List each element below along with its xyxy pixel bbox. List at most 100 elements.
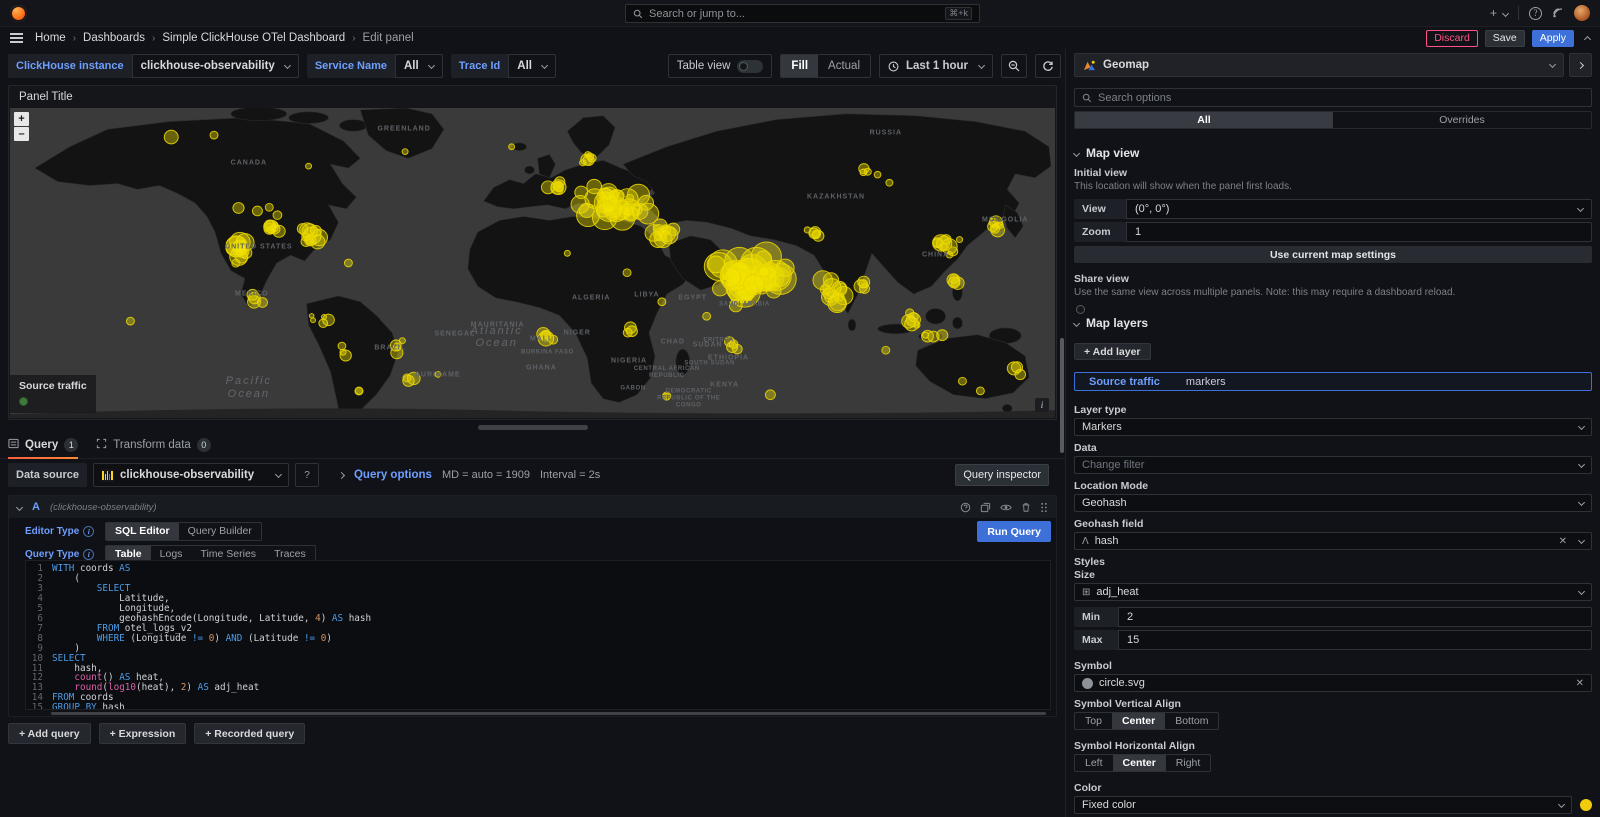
map-marker[interactable] bbox=[306, 163, 312, 169]
clear-icon[interactable]: ✕ bbox=[1559, 536, 1567, 547]
hide-response-icon[interactable] bbox=[1000, 502, 1012, 513]
map-marker[interactable] bbox=[403, 374, 411, 382]
align-top[interactable]: Top bbox=[1075, 713, 1112, 729]
delete-icon[interactable] bbox=[1021, 502, 1031, 513]
code-line[interactable]: 13 round(log10(heat), 2) AS adj_heat bbox=[26, 683, 1050, 693]
map-marker[interactable] bbox=[823, 273, 838, 288]
help-icon[interactable]: ? bbox=[1529, 7, 1542, 20]
map-marker[interactable] bbox=[344, 259, 352, 267]
map-marker[interactable] bbox=[600, 184, 617, 201]
apply-button[interactable]: Apply bbox=[1532, 30, 1574, 47]
align-center[interactable]: Center bbox=[1112, 713, 1165, 729]
map-zoom-in-button[interactable]: + bbox=[14, 112, 29, 126]
datasource-help-icon[interactable]: ? bbox=[295, 463, 319, 487]
editor-type-query-builder[interactable]: Query Builder bbox=[179, 523, 261, 540]
map-marker[interactable] bbox=[587, 179, 602, 193]
run-query-button[interactable]: Run Query bbox=[977, 521, 1051, 542]
geohash-field-select[interactable]: Λ hash ✕ bbox=[1074, 532, 1592, 550]
map-marker[interactable] bbox=[732, 344, 742, 353]
align-left[interactable]: Left bbox=[1075, 755, 1113, 771]
map-marker[interactable] bbox=[813, 230, 824, 241]
help-circle-icon[interactable] bbox=[960, 502, 971, 513]
map-marker[interactable] bbox=[765, 390, 775, 400]
duplicate-icon[interactable] bbox=[980, 502, 991, 513]
actual-option[interactable]: Actual bbox=[818, 55, 870, 77]
map-marker[interactable] bbox=[575, 186, 588, 199]
user-avatar[interactable] bbox=[1574, 5, 1590, 21]
map-marker[interactable] bbox=[126, 317, 134, 325]
map-marker[interactable] bbox=[435, 372, 441, 378]
sql-editor[interactable]: 1WITH coords AS2 (3 SELECT4 Latitude,5 L… bbox=[25, 560, 1051, 710]
map-marker[interactable] bbox=[703, 312, 711, 320]
map-marker[interactable] bbox=[976, 387, 984, 395]
visualization-picker[interactable]: Geomap bbox=[1074, 53, 1564, 77]
map-marker[interactable] bbox=[625, 322, 637, 333]
code-line[interactable]: 2 ( bbox=[26, 574, 1050, 584]
map-marker[interactable] bbox=[933, 239, 942, 248]
map-marker[interactable] bbox=[226, 236, 247, 257]
toggle-off[interactable] bbox=[737, 60, 763, 73]
geomap-canvas[interactable]: RUSSIACANADAGREENLANDUNITED STATESMEXICO… bbox=[10, 108, 1055, 418]
global-search[interactable]: Search or jump to... ⌘+k bbox=[625, 4, 980, 23]
map-marker[interactable] bbox=[958, 377, 966, 385]
add-query-button[interactable]: + Add query bbox=[8, 723, 91, 744]
align-bottom[interactable]: Bottom bbox=[1165, 713, 1218, 729]
map-marker[interactable] bbox=[338, 342, 346, 350]
map-marker[interactable] bbox=[631, 203, 648, 219]
map-marker[interactable] bbox=[402, 149, 408, 155]
var-service-select[interactable]: All bbox=[395, 54, 443, 78]
section-map-layers[interactable]: Map layers bbox=[1074, 316, 1592, 330]
code-line[interactable]: 9 ) bbox=[26, 644, 1050, 654]
use-current-map-settings-button[interactable]: Use current map settings bbox=[1074, 246, 1592, 263]
editor-type-sql-editor[interactable]: SQL Editor bbox=[106, 523, 179, 540]
align-right[interactable]: Right bbox=[1166, 755, 1211, 771]
map-marker[interactable] bbox=[265, 203, 273, 211]
query-row-header[interactable]: A (clickhouse-observability) bbox=[9, 496, 1056, 518]
breadcrumb-home[interactable]: Home bbox=[35, 32, 66, 44]
time-range-picker[interactable]: Last 1 hour bbox=[879, 54, 993, 78]
min-input[interactable]: 2 bbox=[1118, 607, 1592, 627]
refresh-icon[interactable] bbox=[1035, 54, 1061, 78]
collapse-query-icon[interactable] bbox=[16, 503, 23, 510]
color-swatch[interactable] bbox=[1580, 799, 1592, 811]
news-icon[interactable] bbox=[1552, 7, 1564, 19]
collapse-up-icon[interactable] bbox=[1584, 36, 1591, 43]
map-marker[interactable] bbox=[928, 331, 939, 342]
map-marker[interactable] bbox=[860, 284, 870, 294]
map-marker[interactable] bbox=[509, 144, 515, 150]
map-marker[interactable] bbox=[232, 259, 240, 267]
map-marker[interactable] bbox=[627, 184, 649, 206]
map-marker[interactable] bbox=[564, 250, 570, 256]
map-marker[interactable] bbox=[623, 269, 631, 277]
map-marker[interactable] bbox=[233, 203, 244, 214]
map-marker[interactable] bbox=[273, 211, 282, 220]
map-attribution-icon[interactable]: i bbox=[1035, 398, 1049, 412]
symbol-select[interactable]: circle.svg ✕ bbox=[1074, 674, 1592, 692]
map-marker[interactable] bbox=[393, 343, 400, 350]
tab-all[interactable]: All bbox=[1075, 112, 1333, 128]
var-instance-select[interactable]: clickhouse-observability bbox=[132, 54, 299, 78]
map-marker[interactable] bbox=[210, 131, 218, 139]
map-marker[interactable] bbox=[309, 314, 314, 318]
zoom-input[interactable]: 1 bbox=[1126, 222, 1592, 242]
grafana-logo[interactable] bbox=[10, 5, 27, 22]
breadcrumb-dashboard-name[interactable]: Simple ClickHouse OTel Dashboard bbox=[162, 32, 345, 44]
code-line[interactable]: 15GROUP BY hash bbox=[26, 703, 1050, 710]
map-marker[interactable] bbox=[882, 346, 890, 354]
map-marker[interactable] bbox=[1007, 362, 1020, 375]
size-field-select[interactable]: ⊞ adj_heat bbox=[1074, 583, 1592, 601]
tab-query[interactable]: Query 1 bbox=[8, 432, 78, 459]
data-select[interactable]: Change filter bbox=[1074, 456, 1592, 474]
code-line[interactable]: 11 hash, bbox=[26, 664, 1050, 674]
map-marker[interactable] bbox=[541, 331, 551, 341]
map-marker[interactable] bbox=[990, 216, 1003, 229]
map-marker[interactable] bbox=[554, 183, 561, 190]
map-marker[interactable] bbox=[340, 349, 346, 355]
map-marker[interactable] bbox=[759, 266, 770, 276]
table-view-toggle[interactable]: Table view bbox=[668, 54, 773, 78]
code-hscrollbar[interactable] bbox=[51, 712, 1046, 715]
map-marker[interactable] bbox=[660, 225, 671, 235]
datasource-picker[interactable]: clickhouse-observability bbox=[93, 463, 289, 487]
map-marker[interactable] bbox=[946, 251, 953, 258]
breadcrumb-dashboards[interactable]: Dashboards bbox=[83, 32, 145, 44]
